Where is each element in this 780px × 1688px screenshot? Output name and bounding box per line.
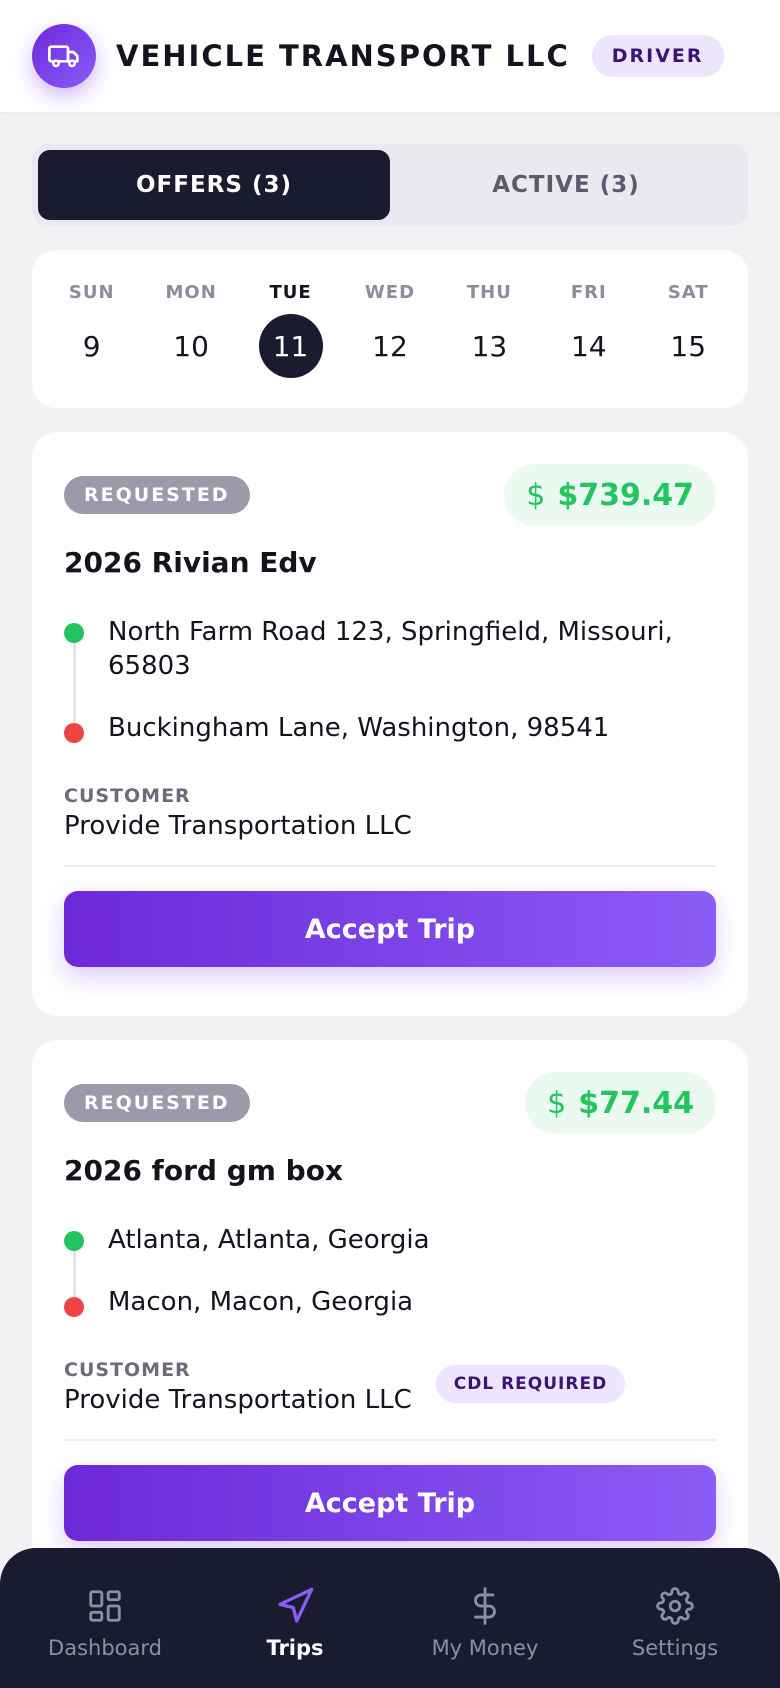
dropoff-dot-icon	[64, 1297, 84, 1317]
calendar-day-sat[interactable]: SAT 15	[639, 250, 738, 408]
calendar-day-sun[interactable]: SUN 9	[42, 250, 141, 408]
route-line	[73, 1245, 76, 1297]
dropoff-location: Buckingham Lane, Washington, 98541	[64, 711, 716, 745]
pickup-location: Atlanta, Atlanta, Georgia	[64, 1223, 716, 1257]
pickup-dot-icon	[64, 623, 84, 643]
week-calendar: SUN 9 MON 10 TUE 11 WED 12 THU 13 FRI 14…	[32, 250, 748, 408]
day-name: TUE	[269, 282, 312, 303]
day-number: 10	[173, 329, 209, 363]
role-badge: DRIVER	[591, 35, 724, 77]
route-line	[73, 637, 76, 723]
status-badge: REQUESTED	[64, 476, 250, 514]
status-badge: REQUESTED	[64, 1084, 250, 1122]
pickup-address: North Farm Road 123, Springfield, Missou…	[108, 617, 673, 681]
dropoff-location: Macon, Macon, Georgia	[64, 1285, 716, 1319]
truck-icon	[32, 24, 96, 88]
dropoff-address: Buckingham Lane, Washington, 98541	[108, 713, 610, 743]
customer-label: CUSTOMER	[64, 785, 191, 807]
day-number: 12	[372, 329, 408, 363]
route: Atlanta, Atlanta, Georgia Macon, Macon, …	[64, 1223, 716, 1319]
dropoff-dot-icon	[64, 723, 84, 743]
day-number: 9	[82, 329, 101, 363]
divider	[64, 1439, 716, 1441]
company-name: VEHICLE TRANSPORT LLC	[116, 39, 570, 73]
calendar-day-thu[interactable]: THU 13	[440, 250, 539, 408]
customer-label: CUSTOMER	[64, 1359, 191, 1381]
trip-offer-card: REQUESTED $ $739.47 2026 Rivian Edv Nort…	[32, 432, 748, 1016]
calendar-day-wed[interactable]: WED 12	[340, 250, 439, 408]
day-name: SAT	[667, 282, 709, 303]
calendar-day-mon[interactable]: MON 10	[141, 250, 240, 408]
tab-offers[interactable]: OFFERS (3)	[38, 150, 390, 220]
day-name: SUN	[68, 282, 115, 303]
day-number: 15	[670, 329, 707, 363]
price-pill: $ $77.44	[525, 1072, 716, 1134]
navigation-arrow-icon	[275, 1586, 315, 1626]
dollar-icon	[465, 1586, 505, 1626]
dropoff-address: Macon, Macon, Georgia	[108, 1287, 414, 1317]
dollar-icon: $	[547, 1085, 567, 1121]
nav-my-money[interactable]: My Money	[390, 1548, 580, 1688]
customer-name: Provide Transportation LLC	[64, 1385, 412, 1415]
dollar-icon: $	[526, 477, 546, 513]
day-number: 13	[471, 329, 508, 363]
route: North Farm Road 123, Springfield, Missou…	[64, 615, 716, 745]
price-pill: $ $739.47	[504, 464, 716, 526]
trip-price: $739.47	[557, 477, 694, 513]
trip-price: $77.44	[578, 1085, 694, 1121]
vehicle-name: 2026 ford gm box	[64, 1154, 344, 1187]
divider	[64, 865, 716, 867]
nav-label: My Money	[431, 1636, 539, 1660]
accept-trip-button[interactable]: Accept Trip	[64, 891, 716, 967]
vehicle-name: 2026 Rivian Edv	[64, 546, 317, 579]
day-name: MON	[165, 282, 217, 303]
dashboard-icon	[85, 1586, 125, 1626]
bottom-nav: Dashboard Trips My Money Settings	[0, 1548, 780, 1688]
pickup-address: Atlanta, Atlanta, Georgia	[108, 1225, 430, 1255]
tab-active[interactable]: ACTIVE (3)	[390, 150, 742, 220]
trip-tabs: OFFERS (3) ACTIVE (3)	[32, 144, 748, 226]
nav-settings[interactable]: Settings	[580, 1548, 770, 1688]
calendar-day-fri[interactable]: FRI 14	[539, 250, 638, 408]
day-name: WED	[364, 282, 416, 303]
calendar-day-tue[interactable]: TUE 11	[241, 250, 340, 408]
customer-name: Provide Transportation LLC	[64, 811, 412, 841]
day-number: 14	[570, 329, 607, 363]
customer-section: CUSTOMER Provide Transportation LLC	[64, 785, 716, 841]
day-name: THU	[466, 282, 512, 303]
nav-label: Trips	[266, 1636, 324, 1660]
app-header: VEHICLE TRANSPORT LLC DRIVER	[0, 0, 780, 112]
pickup-dot-icon	[64, 1231, 84, 1251]
accept-trip-button[interactable]: Accept Trip	[64, 1465, 716, 1541]
day-number-selected: 11	[258, 314, 323, 378]
nav-dashboard[interactable]: Dashboard	[10, 1548, 200, 1688]
cdl-required-badge: CDL REQUIRED	[435, 1365, 626, 1403]
pickup-location: North Farm Road 123, Springfield, Missou…	[64, 615, 716, 683]
nav-label: Dashboard	[48, 1636, 162, 1660]
gear-icon	[655, 1586, 695, 1626]
day-name: FRI	[570, 282, 607, 303]
customer-section: CUSTOMER Provide Transportation LLC CDL …	[64, 1359, 716, 1415]
nav-trips[interactable]: Trips	[200, 1548, 390, 1688]
nav-label: Settings	[631, 1636, 719, 1660]
